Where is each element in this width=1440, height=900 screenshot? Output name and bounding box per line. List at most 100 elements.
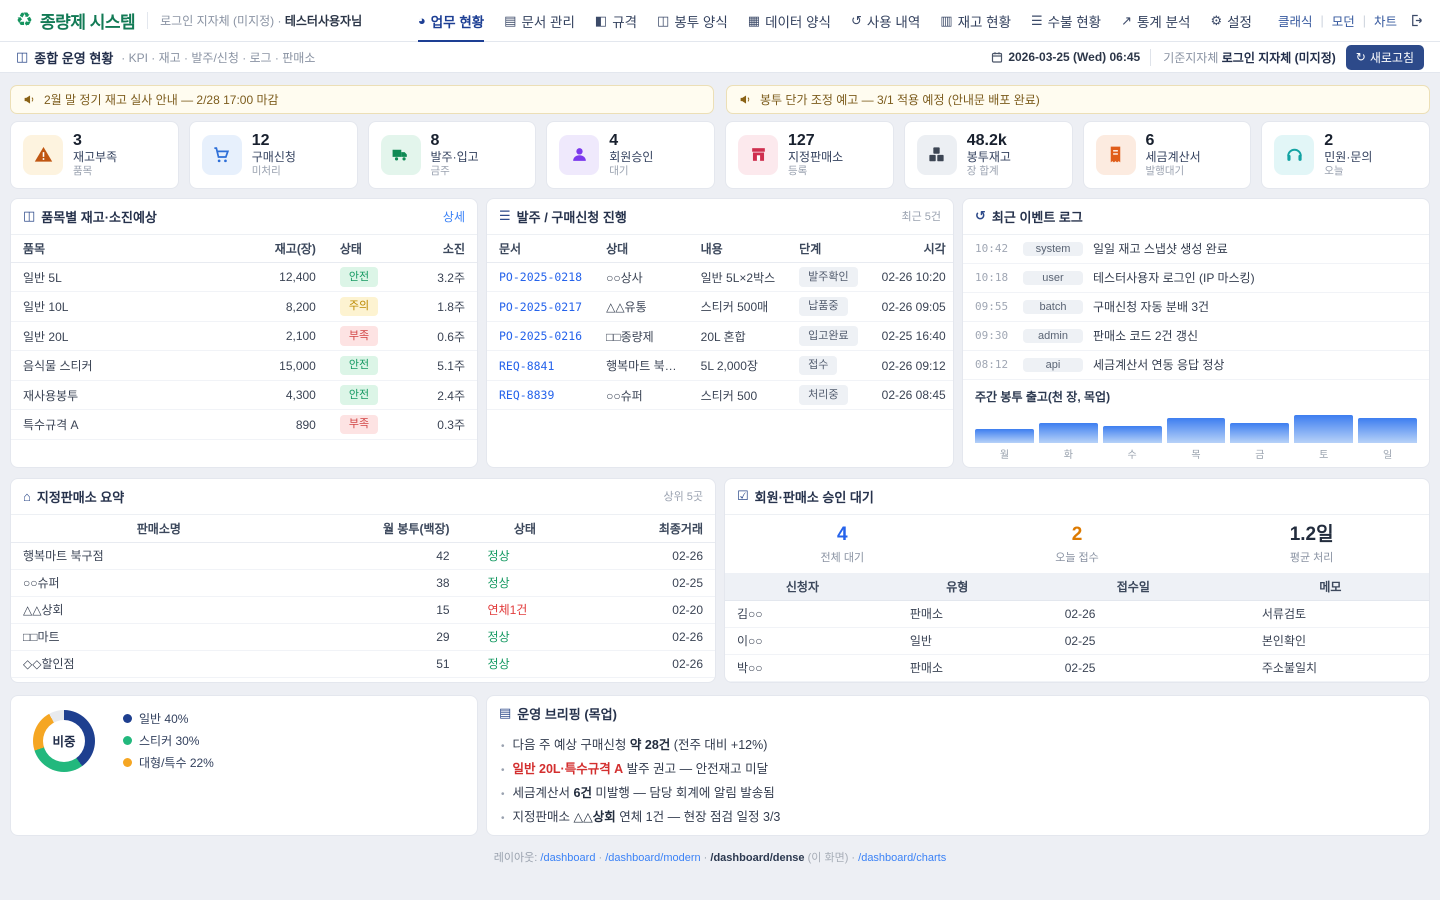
bullet-icon: • xyxy=(501,813,505,824)
kpi-card-truck[interactable]: 8발주·입고금주 xyxy=(368,121,537,189)
briefing-panel: ▤ 운영 브리핑 (목업) •다음 주 예상 구매신청 약 28건 (전주 대비… xyxy=(486,695,1430,836)
layout-mode-switch: 클래식|모던|차트 xyxy=(1278,11,1397,30)
kpi-card-headset[interactable]: 2민원·문의오늘 xyxy=(1261,121,1430,189)
event-text: 테스터사용자 로그인 (IP 마스킹) xyxy=(1093,269,1255,286)
user-icon xyxy=(559,135,599,175)
footer-link[interactable]: /dashboard/charts xyxy=(858,852,946,864)
nav-item-grid[interactable]: ▦데이터 양식 xyxy=(748,0,831,42)
column-header: 상태 xyxy=(328,235,407,263)
kpi-sublabel: 품목 xyxy=(73,165,117,178)
doc-link[interactable]: PO-2025-0217 xyxy=(499,300,582,314)
history-icon: ↺ xyxy=(851,13,862,29)
event-time: 10:42 xyxy=(975,242,1013,255)
kpi-label: 재고부족 xyxy=(73,150,117,164)
stat-value: 4 xyxy=(725,524,960,547)
mode-link-1[interactable]: 모던 xyxy=(1332,11,1355,30)
kpi-label: 세금계산서 xyxy=(1146,150,1201,164)
refresh-button[interactable]: ↻ 새로고침 xyxy=(1346,45,1424,70)
nav-item-chart[interactable]: ↗통계 분석 xyxy=(1121,0,1190,42)
calendar-icon xyxy=(991,51,1003,63)
nav-item-gear[interactable]: ⚙설정 xyxy=(1210,0,1252,42)
nav-item-history[interactable]: ↺사용 내역 xyxy=(851,0,920,42)
announcement-banner-2: 봉투 단가 조정 예고 — 3/1 적용 예정 (안내문 배포 완료) xyxy=(726,85,1430,114)
nav-item-stock[interactable]: ▥재고 현황 xyxy=(940,0,1011,42)
column-header: 내용 xyxy=(689,235,788,263)
member-check-icon: ☑ xyxy=(737,488,749,504)
approval-panel: ☑ 회원·판매소 승인 대기 4전체 대기2오늘 접수1.2일평균 처리 신청자… xyxy=(724,478,1430,683)
event-row: 09:30admin판매소 코드 2건 갱신 xyxy=(963,322,1429,351)
table-row: △△상회15연체1건02-20 xyxy=(11,596,715,623)
app-logo: ♻ 종량제 시스템 xyxy=(16,8,135,33)
logout-icon[interactable] xyxy=(1409,13,1424,28)
doc-link[interactable]: PO-2025-0216 xyxy=(499,329,582,343)
store-status: 정상 xyxy=(488,549,510,563)
history-icon: ↺ xyxy=(975,208,986,224)
nav-item-bag[interactable]: ◫봉투 양식 xyxy=(657,0,728,42)
kpi-card-alert[interactable]: 3재고부족품목 xyxy=(10,121,179,189)
kpi-card-pallet[interactable]: 48.2k봉투재고장 합계 xyxy=(904,121,1073,189)
table-row: 행복마트 북구점42정상02-26 xyxy=(11,542,715,569)
legend-item: 스티커 30% xyxy=(123,732,214,749)
doc-link[interactable]: PO-2025-0218 xyxy=(499,270,582,284)
event-row: 10:42system일일 재고 스냅샷 생성 완료 xyxy=(963,235,1429,264)
stat-label: 전체 대기 xyxy=(725,549,960,565)
approval-table: 신청자유형접수일메모김○○판매소02-26서류검토이○○일반02-25본인확인박… xyxy=(725,573,1429,682)
stat-label: 오늘 접수 xyxy=(960,549,1195,565)
store-status: 정상 xyxy=(488,630,510,644)
footer-link[interactable]: /dashboard xyxy=(540,852,595,864)
doc-link[interactable]: REQ-8841 xyxy=(499,359,554,373)
inventory-detail-link[interactable]: 상세 xyxy=(443,208,465,225)
event-row: 10:18user테스터사용자 로그인 (IP 마스킹) xyxy=(963,264,1429,293)
table-row: ○○슈퍼38정상02-25 xyxy=(11,569,715,596)
bullet-icon: • xyxy=(501,741,505,752)
mode-link-2[interactable]: 차트 xyxy=(1374,11,1397,30)
weekly-output-chart: 주간 봉투 출고(천 장, 목업) 월화수목금토일 xyxy=(963,380,1429,467)
login-context: 로그인 지자체 (미지정) · 테스터사용자님 xyxy=(147,12,362,29)
bar-label: 화 xyxy=(1039,446,1098,461)
kpi-label: 지정판매소 xyxy=(788,150,843,164)
approval-panel-title: ☑ 회원·판매소 승인 대기 xyxy=(737,487,874,506)
briefing-item: •일반 20L·특수규격 A 발주 권고 — 안전재고 미달 xyxy=(501,756,1415,780)
kpi-card-store[interactable]: 127지정판매소등록 xyxy=(725,121,894,189)
bar-금 xyxy=(1230,423,1289,443)
kpi-card-receipt[interactable]: 6세금계산서발행대기 xyxy=(1083,121,1252,189)
bar-label: 토 xyxy=(1294,446,1353,461)
orders-table: 문서상대내용단계시각PO-2025-0218○○상사일반 5L×2박스발주확인0… xyxy=(487,235,954,411)
stage-badge: 처리중 xyxy=(799,385,847,405)
basis-municipality: 기준지자체 로그인 지자체 (미지정) xyxy=(1150,49,1336,66)
share-legend: 일반 40%스티커 30%대형/특수 22% xyxy=(123,710,214,771)
event-log-panel: ↺ 최근 이벤트 로그 10:42system일일 재고 스냅샷 생성 완료10… xyxy=(962,198,1430,468)
briefing-list: •다음 주 예상 구매신청 약 28건 (전주 대비 +12%)•일반 20L·… xyxy=(487,725,1429,835)
page-header: ◫ 종합 운영 현황 · KPI · 재고 · 발주/신청 · 로그 · 판매소… xyxy=(0,42,1440,73)
table-row: PO-2025-0217△△유통스티커 500매납품중02-26 09:05 xyxy=(487,292,954,322)
stores-panel-title: ⌂ 지정판매소 요약 xyxy=(23,487,124,506)
kpi-value: 8 xyxy=(431,132,479,150)
nav-item-dashboard[interactable]: ◕업무 현황 xyxy=(418,0,484,42)
bar-수 xyxy=(1103,426,1162,443)
pallet-icon xyxy=(917,135,957,175)
column-header: 메모 xyxy=(1232,573,1429,601)
dashboard-grid-icon: ◫ xyxy=(16,49,28,65)
stage-badge: 접수 xyxy=(799,356,837,376)
refresh-icon: ↻ xyxy=(1356,50,1366,64)
recycle-icon: ♻ xyxy=(16,11,33,30)
event-time: 10:18 xyxy=(975,271,1013,284)
nav-item-spec[interactable]: ◧규격 xyxy=(595,0,637,42)
chart-icon: ↗ xyxy=(1121,13,1132,29)
kpi-card-cart[interactable]: 12구매신청미처리 xyxy=(189,121,358,189)
table-row: 박○○판매소02-25주소불일치 xyxy=(725,654,1429,681)
kpi-card-user[interactable]: 4회원승인대기 xyxy=(546,121,715,189)
kpi-value: 4 xyxy=(609,132,653,150)
headset-icon xyxy=(1274,135,1314,175)
doc-link[interactable]: REQ-8839 xyxy=(499,388,554,402)
donut-center-label: 비중 xyxy=(52,731,75,750)
nav-item-ledger[interactable]: ☰수불 현황 xyxy=(1031,0,1101,42)
list-icon: ☰ xyxy=(499,208,511,224)
footer-link[interactable]: /dashboard/modern xyxy=(605,852,700,864)
bar-목 xyxy=(1167,418,1226,443)
nav-item-document[interactable]: ▤문서 관리 xyxy=(504,0,575,42)
column-header: 시각 xyxy=(870,235,954,263)
legend-dot xyxy=(123,758,132,767)
mode-link-0[interactable]: 클래식 xyxy=(1278,11,1313,30)
column-header: 판매소명 xyxy=(11,515,307,543)
